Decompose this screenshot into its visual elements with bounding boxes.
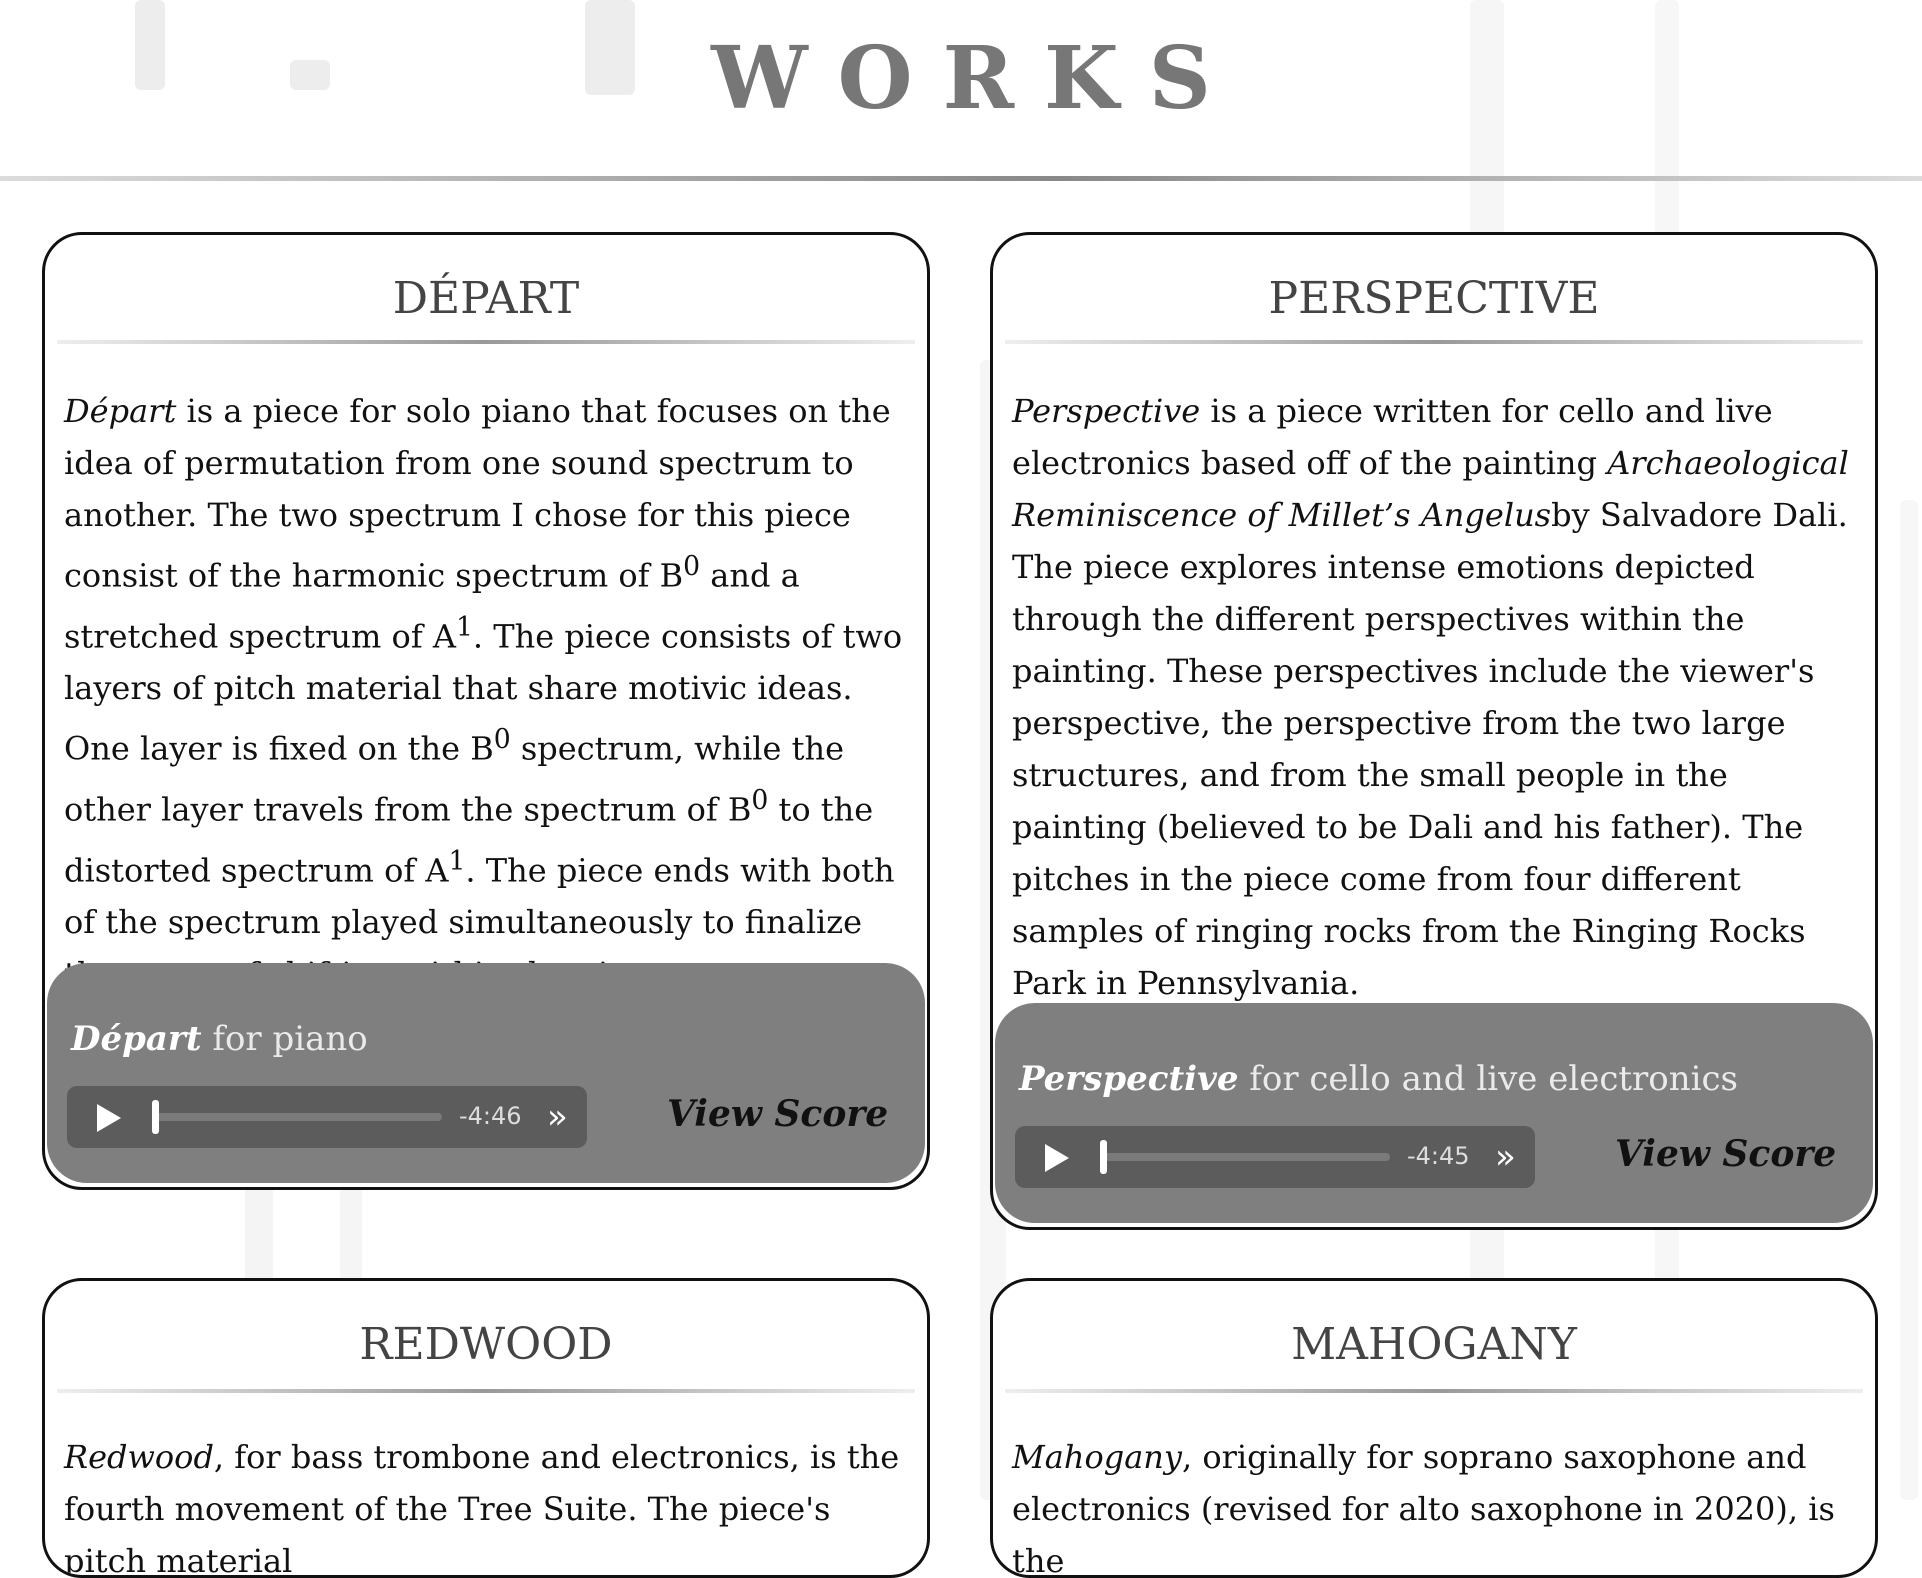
remaining-time: -4:45 (1407, 1142, 1470, 1170)
title-divider (1005, 1389, 1863, 1393)
skip-forward-icon[interactable]: » (547, 1098, 568, 1136)
title-divider (1005, 340, 1863, 344)
player-caption: Perspective for cello and live electroni… (1019, 1059, 1738, 1099)
seek-bar[interactable] (1100, 1153, 1390, 1161)
header-divider (0, 176, 1922, 181)
work-card-depart: DÉPART Départ is a piece for solo piano … (42, 232, 930, 1190)
card-description: Redwood, for bass trombone and electroni… (64, 1438, 900, 1578)
card-description: Mahogany, originally for soprano saxopho… (1012, 1438, 1835, 1578)
card-description: Départ is a piece for solo piano that fo… (64, 392, 903, 993)
page-header: WORKS (0, 0, 1922, 181)
seek-bar[interactable] (152, 1113, 442, 1121)
audio-player-panel: Perspective for cello and live electroni… (995, 1003, 1873, 1223)
seek-handle[interactable] (152, 1100, 159, 1134)
view-score-link[interactable]: View Score (1615, 1133, 1836, 1175)
audio-player-panel: Départ for piano -4:46 » View Score (47, 963, 925, 1183)
audio-controls: -4:45 » (1015, 1126, 1535, 1188)
play-icon[interactable] (1045, 1144, 1069, 1172)
player-instrumentation: for piano (201, 1019, 368, 1059)
player-work-title: Départ (71, 1019, 202, 1059)
player-caption: Départ for piano (71, 1019, 368, 1059)
player-work-title: Perspective (1019, 1059, 1239, 1099)
title-divider (57, 1389, 915, 1393)
card-title: REDWOOD (359, 1319, 613, 1370)
player-instrumentation: for cello and live electronics (1238, 1059, 1739, 1099)
work-card-mahogany: MAHOGANY Mahogany, originally for sopran… (990, 1278, 1878, 1578)
work-card-perspective: PERSPECTIVE Perspective is a piece writt… (990, 232, 1878, 1230)
title-divider (57, 340, 915, 344)
page-title: WORKS (711, 28, 1241, 129)
view-score-link[interactable]: View Score (667, 1093, 888, 1135)
card-description: Perspective is a piece written for cello… (1012, 392, 1849, 1002)
work-card-redwood: REDWOOD Redwood, for bass trombone and e… (42, 1278, 930, 1578)
card-title: PERSPECTIVE (1268, 273, 1600, 324)
remaining-time: -4:46 (459, 1102, 522, 1130)
card-title: MAHOGANY (1291, 1319, 1577, 1370)
card-title: DÉPART (392, 273, 580, 324)
skip-forward-icon[interactable]: » (1495, 1138, 1516, 1176)
play-icon[interactable] (97, 1104, 121, 1132)
audio-controls: -4:46 » (67, 1086, 587, 1148)
seek-handle[interactable] (1100, 1140, 1107, 1174)
